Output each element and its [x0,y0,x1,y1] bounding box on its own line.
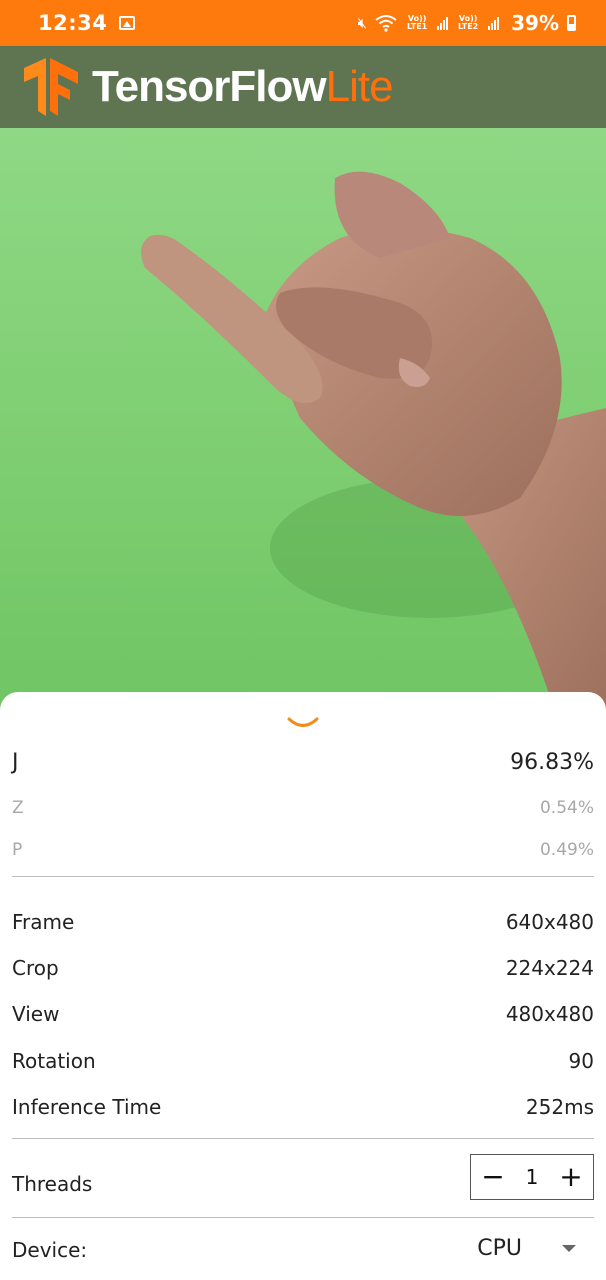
result-row-3: P 0.49% [12,840,594,860]
app-bar: TensorFlowLite [0,46,606,128]
app-title-accent: Lite [325,62,394,111]
battery-icon [567,15,576,31]
device-row: Device: [12,1238,87,1262]
hand-image [141,171,606,728]
battery-percent: 39% [511,11,559,35]
bottom-sheet: J 96.83% Z 0.54% P 0.49% Frame 640x480 C… [0,692,606,1280]
divider [12,876,594,877]
network-sim1-label: Vo)) LTE1 [406,14,428,31]
info-value: 640x480 [505,910,594,934]
result-label: P [12,840,23,860]
threads-stepper: − 1 + [470,1154,594,1200]
info-row-frame: Frame 640x480 [12,910,594,934]
mute-icon: 🔇︎ [357,13,368,32]
wifi-icon [375,15,397,32]
info-value: 480x480 [505,1002,594,1026]
camera-preview [0,128,606,728]
info-value: 90 [568,1049,594,1073]
signal-sim2-icon [488,16,500,30]
result-label: J [12,750,19,775]
dropdown-caret-icon [562,1245,576,1252]
divider [12,1138,594,1139]
info-row-rotation: Rotation 90 [12,1049,594,1073]
result-value: 0.54% [539,798,594,818]
result-value: 96.83% [510,750,594,775]
info-row-crop: Crop 224x224 [12,956,594,980]
network-sim2-label: Vo)) LTE2 [457,14,479,31]
device-select[interactable]: CPU [477,1236,576,1261]
threads-value: 1 [525,1165,539,1189]
divider [12,1217,594,1218]
info-row-inference-time: Inference Time 252ms [12,1095,594,1119]
info-label: Crop [12,956,59,980]
threads-decrement-button[interactable]: − [481,1163,505,1191]
threads-increment-button[interactable]: + [559,1163,583,1191]
tensorflow-logo-icon [24,58,78,116]
device-label: Device: [12,1238,88,1262]
info-label: Inference Time [12,1095,162,1119]
info-row-view: View 480x480 [12,1002,594,1026]
info-value: 252ms [525,1095,594,1119]
status-time: 12:34 [38,11,108,35]
app-title-main: TensorFlow [92,62,327,111]
status-bar: 12:34 🔇︎ Vo)) LTE1 Vo)) LTE2 39% [0,0,606,46]
result-label: Z [12,798,24,818]
signal-sim1-icon [437,16,449,30]
result-row-1: J 96.83% [12,750,594,775]
threads-row: Threads [12,1172,92,1196]
app-title: TensorFlowLite [92,62,394,112]
gallery-notification-icon [119,16,136,30]
result-row-2: Z 0.54% [12,798,594,818]
status-icons: 🔇︎ Vo)) LTE1 Vo)) LTE2 39% [358,11,576,35]
result-value: 0.49% [539,840,594,860]
info-label: Frame [12,910,75,934]
info-label: Rotation [12,1049,96,1073]
device-select-value: CPU [477,1236,522,1261]
info-label: View [12,1002,60,1026]
chevron-down-icon[interactable] [287,716,319,732]
threads-label: Threads [12,1172,93,1196]
info-value: 224x224 [505,956,594,980]
